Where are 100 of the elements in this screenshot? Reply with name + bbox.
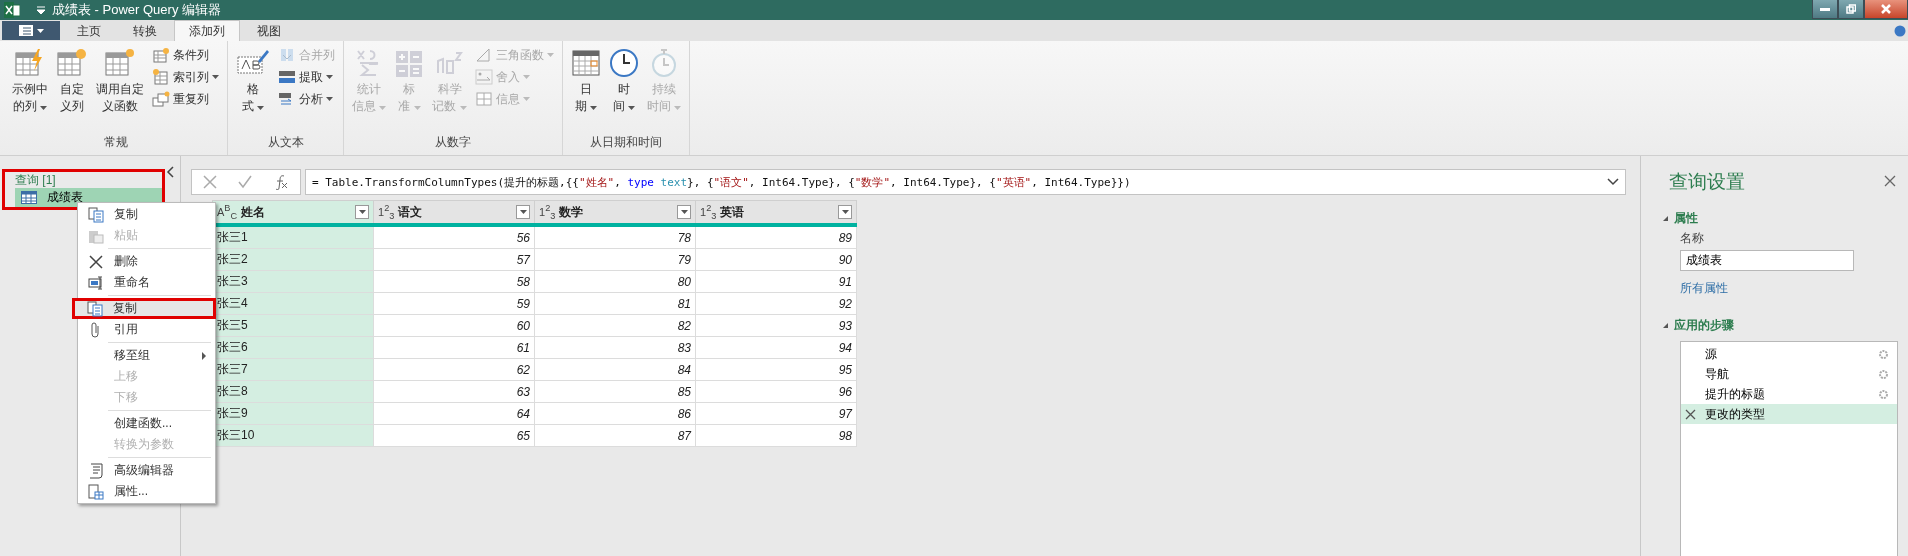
chevron-left-icon xyxy=(166,166,174,178)
group-label: 从日期和时间 xyxy=(588,134,663,151)
ribbon-button[interactable]: 条件列 xyxy=(150,45,221,65)
column-header[interactable]: 1$^{2}$$_{3}$ 英语 xyxy=(695,200,857,225)
column-header[interactable]: A$^{B}$$_{C}$ 姓名 xyxy=(212,200,374,225)
caret-icon xyxy=(841,210,849,214)
caret-icon xyxy=(379,106,387,110)
table-sparkle-icon xyxy=(56,47,88,79)
column-header[interactable]: 1$^{2}$$_{3}$ 数学 xyxy=(534,200,696,225)
excel-icon xyxy=(4,2,20,18)
step-item[interactable]: 源 xyxy=(1681,344,1897,364)
pane-title: 查询设置 xyxy=(1669,170,1745,194)
table-cell: 89 xyxy=(695,225,857,249)
table-cell: 56 xyxy=(373,225,535,249)
copy-icon xyxy=(87,300,103,317)
filter-dropdown-button[interactable] xyxy=(516,205,530,219)
group-label: 从数字 xyxy=(433,134,472,151)
column-header[interactable]: 1$^{2}$$_{3}$ 语文 xyxy=(373,200,535,225)
table-copy-icon xyxy=(152,91,170,107)
table-cell: 97 xyxy=(695,402,857,425)
ribbon-tab[interactable]: 转换 xyxy=(118,20,172,41)
abc-123-icon xyxy=(278,69,296,85)
column-title: 姓名 xyxy=(241,203,266,221)
ribbon-button[interactable]: 分析 xyxy=(276,89,337,109)
ribbon-tab[interactable]: 视图 xyxy=(242,20,296,41)
table-cell: 61 xyxy=(373,336,535,359)
ribbon-tab[interactable]: 添加列 xyxy=(174,20,240,41)
chevron-down-icon[interactable] xyxy=(1607,178,1619,186)
ribbon-button[interactable]: 调用自定 义函数 xyxy=(94,45,146,134)
caret-icon xyxy=(674,106,682,110)
table-cell: 91 xyxy=(695,270,857,293)
table-cell: 59 xyxy=(373,292,535,315)
copy-icon xyxy=(88,206,104,223)
step-item[interactable]: 更改的类型 xyxy=(1681,404,1897,424)
close-icon xyxy=(1881,4,1891,14)
menu-item[interactable]: 删除 xyxy=(78,251,215,272)
ribbon-button[interactable]: 自定 义列 xyxy=(54,45,90,134)
name-field[interactable]: 成绩表 xyxy=(1680,250,1854,271)
ribbon-button[interactable]: 提取 xyxy=(276,67,337,87)
close-button[interactable] xyxy=(1884,175,1898,189)
menu-item[interactable]: 复制 xyxy=(78,204,215,225)
collapse-button[interactable] xyxy=(164,166,176,180)
ribbon-button[interactable]: 时 间 xyxy=(606,45,641,134)
info-table-icon xyxy=(474,91,493,107)
caret-icon xyxy=(519,210,527,214)
caret-icon xyxy=(358,210,366,214)
help-icon[interactable] xyxy=(1894,24,1906,37)
step-item[interactable]: 导航 xyxy=(1681,364,1897,384)
menu-item[interactable]: 创建函数... xyxy=(78,413,215,434)
section-header[interactable]: 属性 xyxy=(1657,210,1908,227)
caret-icon xyxy=(522,75,530,79)
menu-item[interactable]: 移至组 xyxy=(78,345,215,366)
caret-icon xyxy=(413,106,421,110)
caret-icon xyxy=(522,97,530,101)
ribbon-tab[interactable]: 主页 xyxy=(62,20,116,41)
table-cell: 81 xyxy=(534,292,696,315)
formula-field[interactable]: = Table.TransformColumnTypes(提升的标题,{{"姓名", type text}, {"语文", Int64.Type}, {"数学", Int64.Type}, {"英语", Int64.Type}}) xyxy=(305,169,1626,195)
minimize-button[interactable] xyxy=(1812,0,1838,19)
menu-item[interactable]: 高级编辑器 xyxy=(78,460,215,481)
submenu-arrow-icon xyxy=(202,351,206,360)
table-cell: 95 xyxy=(695,358,857,381)
close-button[interactable] xyxy=(1864,0,1908,19)
caret-icon xyxy=(257,106,265,110)
table-cell: 82 xyxy=(534,314,696,337)
all-properties-link[interactable]: 所有属性 xyxy=(1680,280,1908,297)
menu-item[interactable]: 重命名 xyxy=(78,272,215,293)
column-title: 语文 xyxy=(398,203,423,221)
filter-dropdown-button[interactable] xyxy=(838,205,852,219)
delete-icon[interactable] xyxy=(1685,408,1696,420)
group-label: 常规 xyxy=(102,134,129,151)
menu-item[interactable]: 复制 xyxy=(72,298,216,319)
caret-icon xyxy=(627,106,635,110)
table-cell: 80 xyxy=(534,270,696,293)
restore-button[interactable] xyxy=(1838,0,1864,19)
table-cell: 86 xyxy=(534,402,696,425)
window-title: 成绩表 - Power Query 编辑器 xyxy=(52,1,222,19)
table-cell: 63 xyxy=(373,380,535,403)
filter-dropdown-button[interactable] xyxy=(677,205,691,219)
file-menu-button[interactable] xyxy=(2,21,60,40)
ribbon-button[interactable]: 示例中 的列 xyxy=(10,45,50,134)
rename-icon xyxy=(88,274,104,291)
quick-access-dropdown-icon[interactable] xyxy=(36,5,46,15)
formula-text: = Table.TransformColumnTypes(提升的标题,{{"姓名", type text}, {"语文", Int64.Type}, {"数学", Int64.Type}, {"英语", Int64.Type}}) xyxy=(312,174,1132,190)
menu-item[interactable]: 引用 xyxy=(78,319,215,340)
table-cell: 62 xyxy=(373,358,535,381)
ribbon-button[interactable]: 格 式 xyxy=(234,45,272,134)
ribbon-button[interactable]: 索引列 xyxy=(150,67,221,87)
menu-item[interactable]: 属性... xyxy=(78,481,215,502)
section-header[interactable]: 应用的步骤 xyxy=(1657,317,1908,334)
ribbon-button[interactable]: 重复列 xyxy=(150,89,221,109)
ribbon-button[interactable]: 日 期 xyxy=(568,45,603,134)
clock-icon xyxy=(608,47,639,79)
table-cell: 98 xyxy=(695,424,857,447)
filter-dropdown-button[interactable] xyxy=(355,205,369,219)
table-cell: 58 xyxy=(373,270,535,293)
step-item[interactable]: 提升的标题 xyxy=(1681,384,1897,404)
caret-icon xyxy=(546,53,554,57)
function-button[interactable] xyxy=(273,174,290,190)
caret-icon xyxy=(326,97,333,101)
table-cell: 93 xyxy=(695,314,857,337)
